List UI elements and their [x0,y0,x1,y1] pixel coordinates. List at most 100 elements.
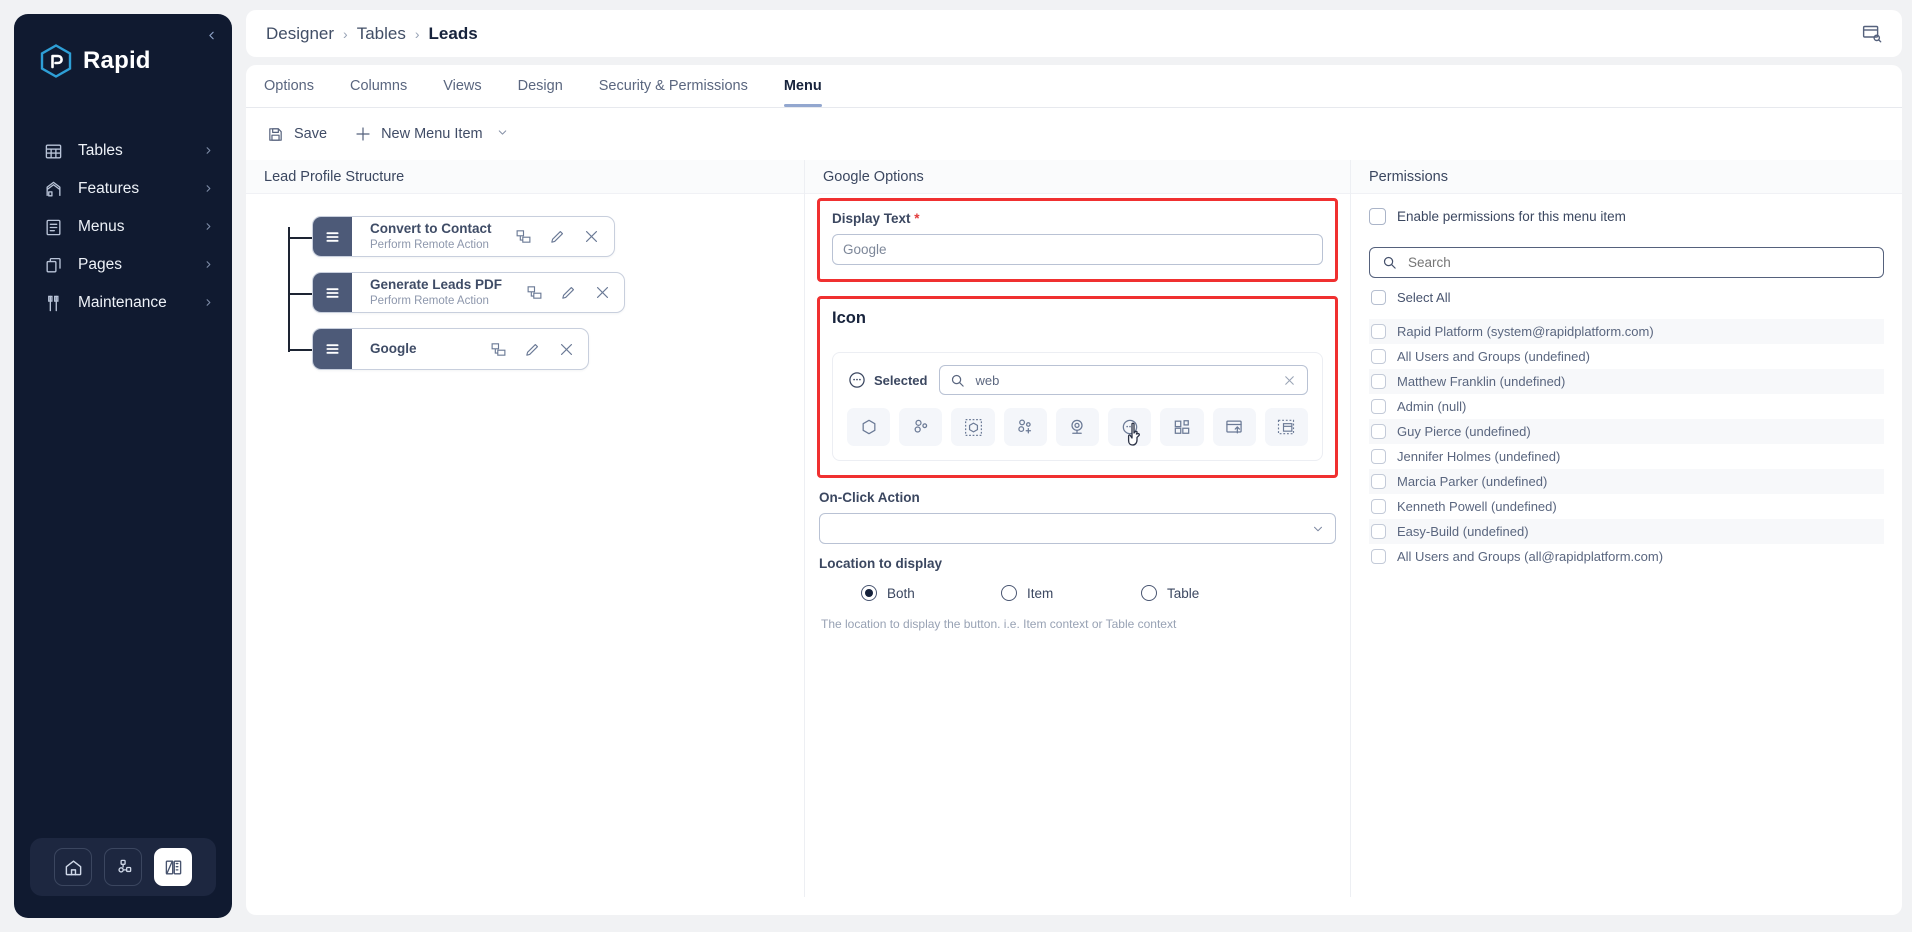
hexagon-icon[interactable] [847,408,891,446]
permission-checkbox[interactable] [1371,474,1386,489]
icon-search-input[interactable] [975,372,1272,388]
tab-views[interactable]: Views [425,65,499,107]
enable-permissions-row[interactable]: Enable permissions for this menu item [1369,208,1884,225]
onclick-action-select[interactable] [819,513,1336,544]
menu-item-google[interactable]: Google [312,328,589,370]
delete-close-icon[interactable] [556,339,576,359]
sitemap-icon[interactable] [104,848,142,886]
window-preview-icon[interactable] [1858,21,1884,47]
list-item[interactable]: All Users and Groups (undefined) [1369,344,1884,369]
chevron-right-icon [203,144,214,159]
molecule-add-icon[interactable] [1003,408,1047,446]
permission-checkbox[interactable] [1371,324,1386,339]
list-item[interactable]: All Users and Groups (all@rapidplatform.… [1369,544,1884,569]
duplicate-icon[interactable] [514,227,534,247]
permission-checkbox[interactable] [1371,449,1386,464]
list-item[interactable]: Admin (null) [1369,394,1884,419]
three-column-area: Lead Profile Structure Convert to Contac… [246,160,1902,901]
window-dashed-icon[interactable] [1264,408,1308,446]
save-button[interactable]: Save [266,125,327,144]
tree-row: Convert to Contact Perform Remote Action [286,216,804,257]
select-all-row[interactable]: Select All [1369,290,1884,305]
delete-close-icon[interactable] [582,227,602,247]
rapid-logo-icon [40,44,72,78]
permission-checkbox[interactable] [1371,499,1386,514]
location-to-display-group: Location to display Both Item Table The … [819,556,1336,631]
permissions-list: Rapid Platform (system@rapidplatform.com… [1369,319,1884,569]
list-item[interactable]: Kenneth Powell (undefined) [1369,494,1884,519]
widgets-icon[interactable] [1160,408,1204,446]
list-item[interactable]: Matthew Franklin (undefined) [1369,369,1884,394]
new-menu-item-button[interactable]: New Menu Item [353,125,509,144]
permission-checkbox[interactable] [1371,399,1386,414]
tab-options[interactable]: Options [246,65,332,107]
permission-checkbox[interactable] [1371,374,1386,389]
display-text-input[interactable] [832,234,1323,265]
new-menu-item-label: New Menu Item [381,126,483,142]
enable-permissions-checkbox[interactable] [1369,208,1386,225]
edit-pencil-icon[interactable] [558,283,578,303]
menu-item-actions [524,283,612,303]
tab-columns[interactable]: Columns [332,65,425,107]
permission-checkbox[interactable] [1371,424,1386,439]
drag-handle-icon[interactable] [313,217,352,256]
edit-pencil-icon[interactable] [548,227,568,247]
permission-checkbox[interactable] [1371,524,1386,539]
permissions-search-input[interactable] [1408,255,1871,270]
sidebar: Rapid Tables Features Menus Pages Mainte… [14,14,232,918]
sidebar-item-features[interactable]: Features [14,170,232,208]
breadcrumb-designer[interactable]: Designer [266,24,334,44]
sidebar-collapse-icon[interactable] [200,24,222,46]
radio-option-table[interactable]: Table [1141,585,1281,601]
list-item[interactable]: Rapid Platform (system@rapidplatform.com… [1369,319,1884,344]
list-item[interactable]: Marcia Parker (undefined) [1369,469,1884,494]
tab-menu[interactable]: Menu [766,65,840,107]
menu-item-texts: Convert to Contact Perform Remote Action [370,220,492,253]
duplicate-icon[interactable] [524,283,544,303]
tab-design[interactable]: Design [500,65,581,107]
menu-item-generate-leads-pdf[interactable]: Generate Leads PDF Perform Remote Action [312,272,626,313]
radio-indicator[interactable] [861,585,877,601]
sidebar-item-tables[interactable]: Tables [14,132,232,170]
molecule-icon[interactable] [899,408,943,446]
permission-checkbox[interactable] [1371,349,1386,364]
list-item[interactable]: Jennifer Holmes (undefined) [1369,444,1884,469]
drag-handle-icon[interactable] [313,329,352,369]
sidebar-item-maintenance[interactable]: Maintenance [14,284,232,322]
tab-security-permissions[interactable]: Security & Permissions [581,65,766,107]
duplicate-icon[interactable] [488,339,508,359]
permission-label: All Users and Groups (all@rapidplatform.… [1397,549,1664,564]
home-icon[interactable] [54,848,92,886]
delete-close-icon[interactable] [592,283,612,303]
pages-icon [42,254,64,276]
hexagon-dashed-icon[interactable] [951,408,995,446]
web-dots-icon[interactable] [1108,408,1152,446]
sidebar-item-pages[interactable]: Pages [14,246,232,284]
permissions-search-field[interactable] [1369,247,1884,278]
list-item[interactable]: Easy-Build (undefined) [1369,519,1884,544]
header-bar: Designer › Tables › Leads [246,10,1902,57]
menu-item-convert-to-contact[interactable]: Convert to Contact Perform Remote Action [312,216,615,257]
edit-pencil-icon[interactable] [522,339,542,359]
designer-ruler-icon[interactable] [154,848,192,886]
icon-search-field[interactable] [939,365,1308,395]
drag-handle-icon[interactable] [313,273,352,312]
webcam-icon[interactable] [1055,408,1100,446]
radio-option-item[interactable]: Item [1001,585,1141,601]
radio-indicator[interactable] [1001,585,1017,601]
select-all-checkbox[interactable] [1371,290,1386,305]
sidebar-item-menus[interactable]: Menus [14,208,232,246]
permission-label: Easy-Build (undefined) [1397,524,1529,539]
close-icon[interactable] [1282,373,1297,388]
chevron-right-icon [203,258,214,273]
tab-bar: Options Columns Views Design Security & … [246,65,1902,108]
radio-indicator[interactable] [1141,585,1157,601]
features-icon [42,178,64,200]
breadcrumb-leads: Leads [428,23,478,43]
list-item[interactable]: Guy Pierce (undefined) [1369,419,1884,444]
radio-option-both[interactable]: Both [861,585,1001,601]
window-upload-icon[interactable] [1212,408,1256,446]
chevron-down-icon[interactable] [496,126,509,143]
breadcrumb-tables[interactable]: Tables [357,24,406,44]
permission-checkbox[interactable] [1371,549,1386,564]
